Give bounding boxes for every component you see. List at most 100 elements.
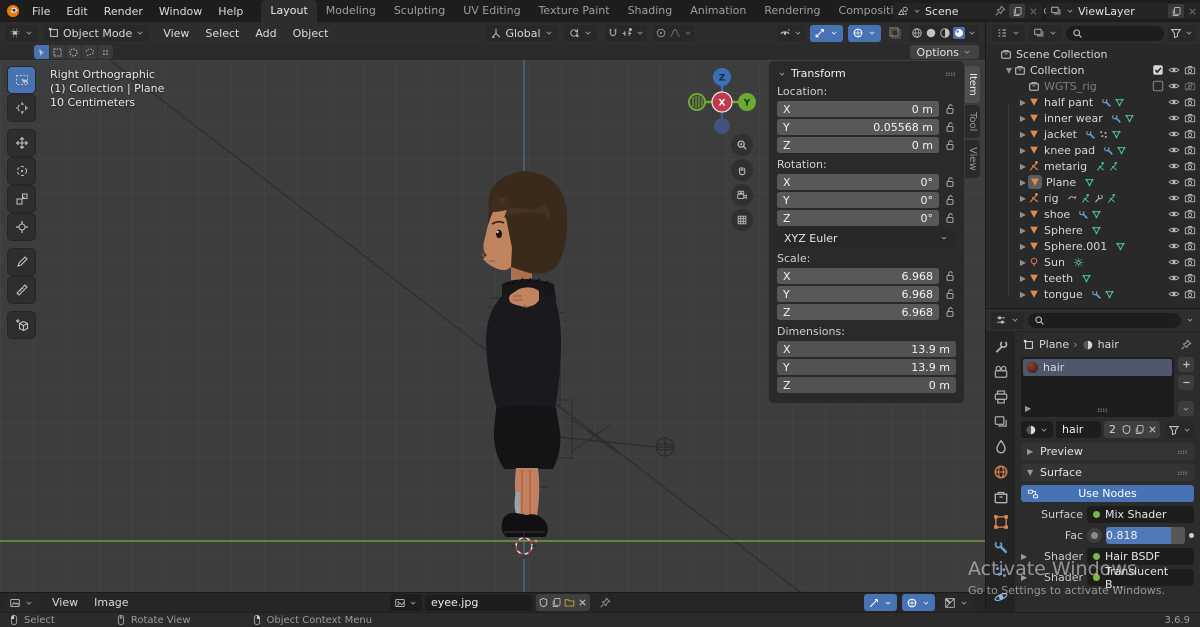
camera-icon[interactable] bbox=[1184, 64, 1196, 76]
image-overlays-toggle[interactable] bbox=[902, 594, 935, 611]
grip-icon[interactable] bbox=[1096, 404, 1108, 416]
material-name-field[interactable]: hair bbox=[1056, 421, 1101, 438]
close-icon[interactable] bbox=[1028, 6, 1039, 17]
properties-tab-object[interactable] bbox=[993, 514, 1009, 530]
outliner-item-name[interactable]: inner wear bbox=[1044, 112, 1103, 125]
pivot-dropdown[interactable] bbox=[564, 25, 597, 42]
open-image-folder-icon[interactable] bbox=[564, 597, 575, 608]
remove-slot-button[interactable] bbox=[1178, 375, 1194, 390]
expand-icon[interactable]: ▶ bbox=[1018, 242, 1028, 251]
outliner-row-shoe[interactable]: ▶shoe bbox=[986, 206, 1200, 222]
material-slot-hair[interactable]: hair bbox=[1023, 359, 1172, 376]
users-count[interactable]: 2 bbox=[1106, 423, 1119, 436]
viewlayer-selector[interactable]: ViewLayer bbox=[1046, 3, 1200, 19]
workspace-tab-uv-editing[interactable]: UV Editing bbox=[454, 0, 529, 22]
outliner-row-wgts-rig[interactable]: WGTS_rig bbox=[986, 78, 1200, 94]
close-icon[interactable] bbox=[1187, 6, 1198, 17]
outliner-item-name[interactable]: Plane bbox=[1046, 176, 1076, 189]
eye-icon[interactable] bbox=[1168, 192, 1180, 204]
gizmos-toggle[interactable] bbox=[810, 25, 843, 42]
breadcrumb-object[interactable]: Plane bbox=[1039, 338, 1069, 351]
outliner-row-jacket[interactable]: ▶ jacket bbox=[986, 126, 1200, 142]
annotate-tool-button[interactable] bbox=[8, 249, 35, 275]
falloff-icon[interactable] bbox=[669, 27, 681, 39]
measure-tool-button[interactable] bbox=[8, 277, 35, 303]
sidebar-tab-tool[interactable]: Tool bbox=[965, 105, 980, 138]
expand-icon[interactable]: ▶ bbox=[1021, 573, 1029, 582]
copy-viewlayer-button[interactable] bbox=[1168, 4, 1184, 18]
rendered-shading-icon[interactable] bbox=[953, 27, 965, 39]
outliner-item-name[interactable]: tongue bbox=[1044, 288, 1083, 301]
eye-icon[interactable] bbox=[1168, 112, 1180, 124]
copy-scene-button[interactable] bbox=[1009, 4, 1025, 18]
lock-icon[interactable] bbox=[944, 306, 956, 318]
outliner-row-inner-wear[interactable]: ▶inner wear bbox=[986, 110, 1200, 126]
expand-icon[interactable]: ▶ bbox=[1018, 274, 1028, 283]
expand-icon[interactable]: ▶ bbox=[1021, 552, 1029, 561]
outliner-item-name[interactable]: metarig bbox=[1044, 160, 1087, 173]
outliner-row-teeth[interactable]: ▶teeth bbox=[986, 270, 1200, 286]
menu-render[interactable]: Render bbox=[96, 2, 151, 21]
scene-selector[interactable]: Scene bbox=[893, 3, 1043, 19]
viewport-menu-add[interactable]: Add bbox=[247, 24, 284, 43]
eye-icon[interactable] bbox=[1168, 240, 1180, 252]
properties-tab-view-layer[interactable] bbox=[993, 414, 1009, 430]
display-channels-button[interactable] bbox=[940, 594, 973, 611]
lock-icon[interactable] bbox=[944, 176, 956, 188]
outliner-row-tongue[interactable]: ▶tongue bbox=[986, 286, 1200, 302]
outliner-row-scene-collection[interactable]: Scene Collection bbox=[986, 46, 1200, 62]
expand-icon[interactable]: ▶ bbox=[1018, 146, 1028, 155]
fake-user-shield-icon[interactable] bbox=[1121, 424, 1132, 435]
location-z-field[interactable]: Z0 m bbox=[777, 137, 939, 153]
outliner-item-name[interactable]: Collection bbox=[1030, 64, 1084, 77]
scale-z-field[interactable]: Z6.968 bbox=[777, 304, 939, 320]
expand-icon[interactable]: ▶ bbox=[1018, 130, 1028, 139]
dimensions-y-field[interactable]: Y13.9 m bbox=[777, 359, 956, 375]
expand-icon[interactable]: ▶ bbox=[1018, 194, 1028, 203]
camera-view-button[interactable] bbox=[731, 184, 753, 206]
keyframe-dot-icon[interactable] bbox=[1189, 533, 1194, 538]
expand-icon[interactable]: ▶ bbox=[1018, 162, 1028, 171]
eye-icon[interactable] bbox=[1168, 256, 1180, 268]
outliner-item-name[interactable]: jacket bbox=[1044, 128, 1077, 141]
viewlayer-name[interactable]: ViewLayer bbox=[1078, 5, 1165, 18]
scale-tool-button[interactable] bbox=[8, 186, 35, 212]
properties-tab-render[interactable] bbox=[993, 364, 1009, 380]
slot-list-expand-icon[interactable]: ▶ bbox=[1025, 404, 1033, 416]
ortho-toggle-button[interactable] bbox=[731, 209, 753, 231]
grip-icon[interactable] bbox=[944, 68, 956, 80]
camera-icon[interactable] bbox=[1184, 208, 1196, 220]
properties-editor-button[interactable] bbox=[991, 312, 1024, 329]
chevron-down-icon[interactable] bbox=[635, 28, 645, 38]
outliner-row-half-pant[interactable]: ▶half pant bbox=[986, 94, 1200, 110]
rotation-x-field[interactable]: X0° bbox=[777, 174, 939, 190]
outliner-editor-button[interactable] bbox=[992, 25, 1025, 42]
camera-icon[interactable] bbox=[1184, 240, 1196, 252]
expand-icon[interactable]: ▶ bbox=[1018, 258, 1028, 267]
outliner-item-name[interactable]: Scene Collection bbox=[1016, 48, 1107, 61]
move-tool-button[interactable] bbox=[8, 130, 35, 156]
fac-socket-button[interactable] bbox=[1087, 528, 1102, 543]
camera-icon[interactable] bbox=[1184, 144, 1196, 156]
properties-search-input[interactable] bbox=[1028, 313, 1181, 328]
dimensions-x-field[interactable]: X13.9 m bbox=[777, 341, 956, 357]
outliner-filter-button[interactable] bbox=[1168, 25, 1196, 42]
rotate-tool-button[interactable] bbox=[8, 158, 35, 184]
eye-icon[interactable] bbox=[1168, 96, 1180, 108]
chevron-down-icon[interactable] bbox=[683, 28, 693, 38]
viewport-3d[interactable]: Right Orthographic (1) Collection | Plan… bbox=[0, 60, 985, 592]
outliner-row-sphere[interactable]: ▶Sphere bbox=[986, 222, 1200, 238]
properties-tab-output[interactable] bbox=[993, 389, 1009, 405]
copy-material-icon[interactable] bbox=[1134, 424, 1145, 435]
eye-icon[interactable] bbox=[1168, 80, 1180, 92]
properties-tab-collection[interactable] bbox=[993, 489, 1009, 505]
select-mode-lasso-mode[interactable] bbox=[82, 45, 97, 59]
checkbox-empty-icon[interactable] bbox=[1152, 80, 1164, 92]
navigation-gizmo[interactable]: Z Y X bbox=[684, 64, 760, 140]
eye-icon[interactable] bbox=[1168, 160, 1180, 172]
options-button[interactable]: Options bbox=[910, 45, 979, 59]
camera-icon[interactable] bbox=[1184, 192, 1196, 204]
surface-shader-field[interactable]: Mix Shader bbox=[1087, 506, 1194, 523]
image-editor-type-button[interactable] bbox=[5, 594, 38, 611]
expand-icon[interactable]: ▶ bbox=[1018, 210, 1028, 219]
